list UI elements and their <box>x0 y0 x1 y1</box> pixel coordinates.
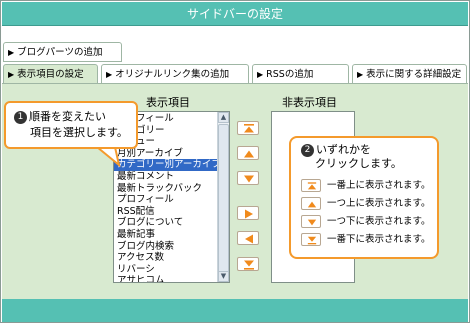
move-down-button[interactable] <box>237 171 259 185</box>
list-item[interactable]: 最新コメント <box>114 171 229 183</box>
tab-rss[interactable]: ▶ RSSの追加 <box>252 64 349 84</box>
list-item[interactable]: アサヒコム <box>114 275 229 282</box>
tab-label: 表示項目の設定 <box>17 69 84 80</box>
settings-window: サイドバーの設定 ▶ ブログパーツの追加 ▶ 表示項目の設定 ▶ オリジナルリンク集の… <box>0 0 470 323</box>
list-item[interactable]: リバーシ <box>114 264 229 276</box>
triangle-right-icon: ▶ <box>8 70 15 79</box>
callout-line: 1 順番を変えたい <box>14 109 130 125</box>
callout-pointer <box>97 147 121 167</box>
triangle-right-icon: ▶ <box>106 70 113 79</box>
scroll-up-icon[interactable]: ▲ <box>218 112 229 123</box>
visible-list-header: 表示項目 <box>146 96 190 109</box>
arrow-left-icon <box>245 234 253 244</box>
tab-label: オリジナルリンク集の追加 <box>115 69 230 80</box>
move-to-hidden-button[interactable] <box>237 206 259 220</box>
list-item[interactable]: ブログ内検索 <box>114 241 229 253</box>
tab-label: ブログパーツの追加 <box>17 47 103 58</box>
legend-text: 一つ上に表示されます。 <box>327 198 431 209</box>
list-item[interactable]: ブログについて <box>114 217 229 229</box>
list-item[interactable]: カテゴリー別アーカイブ <box>114 159 229 171</box>
callout-text: 項目を選択します。 <box>30 126 128 139</box>
move-up-icon <box>244 150 254 158</box>
list-item[interactable]: 最新記事 <box>114 229 229 241</box>
triangle-right-icon: ▶ <box>257 70 264 79</box>
tab-display-details[interactable]: ▶ 表示に関する詳細設定 <box>352 64 467 84</box>
move-to-visible-button[interactable] <box>237 231 259 245</box>
callout-line: 2 いずれかを <box>301 143 371 157</box>
triangle-right-icon: ▶ <box>8 48 15 57</box>
list-item[interactable]: 最新トラックバック <box>114 183 229 195</box>
tab-display-items[interactable]: ▶ 表示項目の設定 <box>3 64 98 85</box>
list-item[interactable]: 月別アーカイブ <box>114 148 229 160</box>
move-top-icon <box>244 124 254 133</box>
tab-original-links[interactable]: ▶ オリジナルリンク集の追加 <box>101 64 249 84</box>
listbox-scrollbar[interactable]: ▲ ▼ <box>217 112 229 282</box>
tab-label: 表示に関する詳細設定 <box>366 69 462 80</box>
move-down-icon <box>244 175 254 183</box>
callout-text: いずれかを <box>316 143 371 156</box>
list-item[interactable]: プロフィール <box>114 194 229 206</box>
tab-blog-parts[interactable]: ▶ ブログパーツの追加 <box>3 42 122 62</box>
scroll-down-icon[interactable]: ▼ <box>218 271 229 282</box>
legend-text: 一つ下に表示されます。 <box>327 216 431 227</box>
scroll-thumb[interactable] <box>218 124 229 274</box>
move-up-button[interactable] <box>237 146 259 160</box>
window-title: サイドバーの設定 <box>2 2 468 26</box>
move-top-button[interactable] <box>237 121 259 135</box>
step-number-badge: 2 <box>301 144 314 157</box>
arrow-right-icon <box>245 209 253 219</box>
callout-text: クリックします。 <box>315 157 402 170</box>
triangle-right-icon: ▶ <box>357 70 364 79</box>
move-top-icon <box>301 179 321 192</box>
legend-text: 一番下に表示されます。 <box>327 234 431 245</box>
footer-bar <box>2 299 468 322</box>
list-item[interactable]: アクセス数 <box>114 252 229 264</box>
callout-select-item: 1 順番を変えたい 項目を選択します。 <box>4 101 138 149</box>
callout-text: 順番を変えたい <box>29 110 106 123</box>
legend-text: 一番上に表示されます。 <box>327 180 431 191</box>
move-down-icon <box>301 215 321 228</box>
list-item[interactable]: RSS配信 <box>114 206 229 218</box>
step-number-badge: 1 <box>14 111 27 124</box>
move-bottom-button[interactable] <box>237 257 259 271</box>
tab-label: RSSの追加 <box>266 69 314 80</box>
move-bottom-icon <box>244 260 254 270</box>
move-up-icon <box>301 197 321 210</box>
move-bottom-icon <box>301 233 321 246</box>
hidden-list-header: 非表示項目 <box>282 96 337 109</box>
callout-click-button: 2 いずれかを クリックします。 一番上に表示されます。 一つ上に表示されます。 … <box>289 136 439 259</box>
